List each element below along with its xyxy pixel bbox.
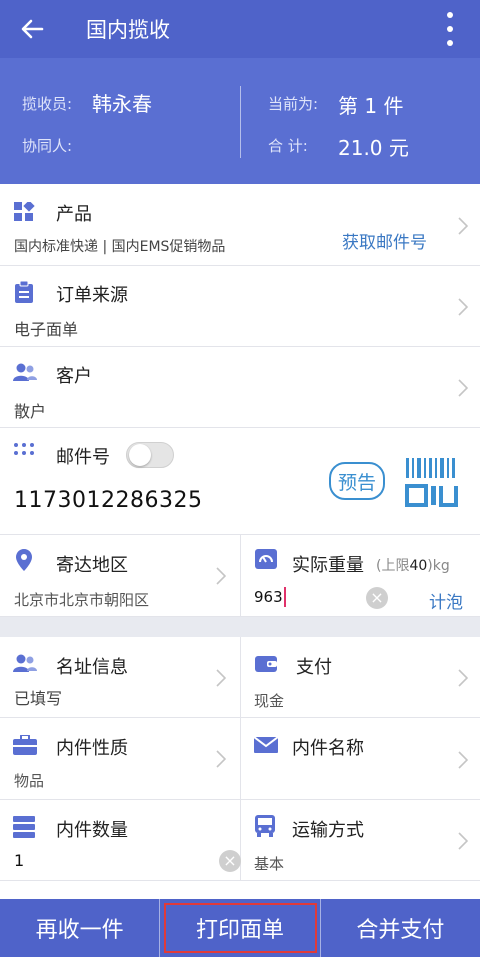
location-pin-icon (16, 549, 32, 571)
chevron-right-icon (216, 567, 226, 585)
weight-cell: 实际重量 (上限40)kg 963 × 计泡 (240, 535, 480, 617)
barcode-scan-icon[interactable] (404, 456, 460, 508)
payment-label: 支付 (296, 657, 332, 678)
payment-value: 现金 (254, 692, 285, 710)
summary-panel: 揽收员: 韩永春 协同人: 当前为: 第 1 件 合 计: 21.0 元 (0, 58, 480, 184)
text-cursor (283, 587, 286, 607)
chevron-right-icon (458, 669, 468, 687)
address-info-cell[interactable]: 名址信息 已填写 (0, 637, 240, 718)
dots-grid-icon (14, 443, 34, 455)
mail-number-label: 邮件号 (56, 447, 110, 468)
get-mail-number-link[interactable]: 获取邮件号 (342, 228, 427, 253)
chevron-right-icon (458, 217, 468, 235)
wallet-icon (255, 656, 277, 672)
clear-qty-icon[interactable]: × (219, 850, 241, 872)
assistant-label: 协同人: (22, 137, 73, 155)
transport-cell[interactable]: 运输方式 基本 (240, 800, 480, 881)
weight-label: 实际重量 (292, 555, 364, 576)
content-type-value: 物品 (14, 772, 45, 790)
customer-row[interactable]: 客户 散户 (0, 347, 480, 428)
weight-limit-value: 40 (409, 558, 428, 574)
current-value: 第 1 件 (338, 94, 404, 118)
collect-another-button[interactable]: 再收一件 (0, 899, 161, 957)
envelope-icon (254, 737, 278, 753)
user-icon (13, 363, 37, 381)
destination-cell[interactable]: 寄达地区 北京市北京市朝阳区 (0, 535, 240, 617)
transport-value: 基本 (254, 855, 285, 873)
total-value: 21.0 元 (338, 136, 409, 160)
content-qty-input[interactable]: 1 (14, 851, 24, 870)
print-waybill-button[interactable]: 打印面单 (160, 899, 321, 957)
customer-value: 散户 (14, 402, 47, 421)
order-source-row[interactable]: 订单来源 电子面单 (0, 266, 480, 347)
top-bar: 国内揽收 (0, 0, 480, 58)
content-qty-label: 内件数量 (56, 820, 128, 841)
weight-limit-suffix: )kg (427, 558, 450, 574)
content-type-label: 内件性质 (56, 738, 128, 759)
content-type-cell[interactable]: 内件性质 物品 (0, 718, 240, 800)
chevron-right-icon (458, 379, 468, 397)
more-menu-icon[interactable] (446, 12, 454, 46)
clear-weight-icon[interactable]: × (366, 587, 388, 609)
content-name-cell[interactable]: 内件名称 (240, 718, 480, 800)
collector-name: 韩永春 (92, 92, 152, 116)
customer-label: 客户 (56, 366, 92, 387)
next-row-partial (0, 881, 480, 899)
weight-input[interactable]: 963 (254, 587, 286, 607)
chevron-right-icon (458, 298, 468, 316)
collector-label: 揽收员: (22, 95, 73, 113)
merge-payment-button[interactable]: 合并支付 (321, 899, 480, 957)
chevron-right-icon (458, 832, 468, 850)
order-source-value: 电子面单 (14, 320, 79, 339)
payment-cell[interactable]: 支付 现金 (240, 637, 480, 718)
product-value: 国内标准快递 | 国内EMS促销物品 (14, 239, 226, 255)
forecast-button[interactable]: 预告 (329, 462, 385, 500)
chevron-right-icon (216, 750, 226, 768)
clipboard-icon (15, 281, 33, 303)
content-qty-cell: 内件数量 1 × (0, 800, 241, 881)
bus-icon (255, 815, 275, 837)
weight-limit: (上限40)kg (376, 555, 450, 575)
stack-icon (13, 816, 35, 838)
current-label: 当前为: (268, 95, 319, 113)
address-info-label: 名址信息 (56, 657, 128, 678)
product-icon (14, 202, 35, 221)
page-title: 国内揽收 (86, 18, 170, 42)
total-label: 合 计: (268, 137, 308, 155)
destination-label: 寄达地区 (56, 555, 128, 576)
content-name-label: 内件名称 (292, 738, 364, 759)
scale-icon (255, 549, 277, 569)
weight-limit-prefix: (上限 (376, 558, 410, 574)
weight-value: 963 (254, 588, 283, 606)
contacts-icon (13, 654, 37, 672)
summary-divider (240, 86, 241, 158)
mail-number-value[interactable]: 1173012286325 (14, 488, 202, 513)
destination-value: 北京市北京市朝阳区 (14, 591, 150, 609)
address-info-value: 已填写 (14, 689, 63, 708)
product-label: 产品 (56, 204, 92, 225)
product-row[interactable]: 产品 国内标准快递 | 国内EMS促销物品 获取邮件号 (0, 184, 480, 266)
chevron-right-icon (216, 669, 226, 687)
foam-calc-link[interactable]: 计泡 (429, 588, 463, 613)
section-gap (0, 617, 480, 637)
mail-number-toggle[interactable] (126, 442, 174, 468)
back-button[interactable] (0, 0, 64, 58)
chevron-right-icon (458, 751, 468, 769)
briefcase-icon (13, 735, 37, 755)
bottom-action-bar: 再收一件 打印面单 合并支付 (0, 899, 480, 957)
back-arrow-icon (21, 19, 44, 39)
transport-label: 运输方式 (292, 820, 364, 841)
order-source-label: 订单来源 (56, 285, 128, 306)
